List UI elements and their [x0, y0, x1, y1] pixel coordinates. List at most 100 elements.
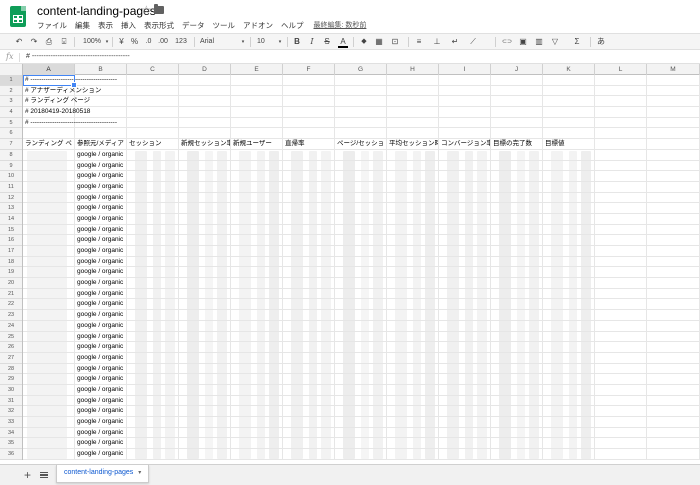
cell[interactable] — [543, 96, 595, 108]
horizontal-align-icon[interactable]: ≡ — [414, 36, 424, 48]
cell[interactable] — [283, 107, 335, 118]
cell[interactable] — [647, 406, 700, 417]
cell[interactable] — [595, 224, 647, 236]
folder-icon[interactable] — [154, 4, 164, 14]
cell[interactable] — [75, 85, 127, 97]
cell[interactable]: 参照元/メディア — [75, 139, 127, 150]
cell[interactable] — [595, 320, 647, 332]
cell[interactable] — [387, 85, 439, 97]
cell[interactable] — [647, 278, 700, 289]
row-header[interactable]: 14 — [0, 214, 22, 225]
cell[interactable] — [231, 96, 283, 108]
cell[interactable] — [595, 427, 647, 439]
cell[interactable] — [127, 107, 179, 118]
column-header[interactable]: I — [439, 64, 491, 75]
cell[interactable] — [283, 117, 335, 129]
row-header[interactable]: 18 — [0, 257, 22, 268]
cell[interactable] — [283, 75, 335, 86]
cell[interactable] — [387, 96, 439, 108]
cell[interactable] — [595, 417, 647, 428]
column-header[interactable]: D — [179, 64, 231, 75]
menu-edit[interactable]: 編集 — [71, 20, 94, 31]
column-header[interactable]: L — [595, 64, 647, 75]
cell[interactable] — [595, 288, 647, 300]
cell[interactable]: ランディング ペ — [23, 139, 75, 150]
filter-icon[interactable]: ▽ — [550, 36, 560, 48]
cell[interactable] — [335, 128, 387, 140]
last-edit-link[interactable]: 最終編集: 数秒前 — [308, 20, 367, 31]
cell[interactable] — [595, 299, 647, 311]
font-size-select[interactable]: 10 — [257, 36, 277, 48]
cell[interactable] — [335, 117, 387, 129]
cell[interactable] — [595, 278, 647, 289]
cell[interactable] — [647, 384, 700, 396]
cell[interactable] — [595, 406, 647, 417]
menu-insert[interactable]: 挿入 — [117, 20, 140, 31]
font-chevron-down-icon[interactable]: ▾ — [240, 36, 246, 48]
fill-color-icon[interactable]: ◆ — [359, 36, 369, 48]
cell[interactable] — [231, 128, 283, 140]
strikethrough-button[interactable]: S — [322, 36, 332, 48]
cell[interactable]: # --------------------------------------… — [23, 75, 117, 86]
cell[interactable]: google / organic — [75, 427, 127, 439]
cell[interactable]: google / organic — [75, 395, 127, 407]
column-header[interactable]: F — [283, 64, 335, 75]
column-header[interactable]: G — [335, 64, 387, 75]
cell[interactable]: 直帰率 — [283, 139, 335, 150]
cell[interactable] — [439, 75, 491, 86]
row-header[interactable]: 13 — [0, 203, 22, 214]
cell[interactable] — [647, 299, 700, 311]
cell[interactable] — [647, 331, 700, 343]
row-header[interactable]: 22 — [0, 299, 22, 311]
cell[interactable] — [439, 128, 491, 140]
increase-decimal-button[interactable]: .00 — [156, 36, 170, 48]
cell[interactable]: google / organic — [75, 438, 127, 450]
row-header[interactable]: 25 — [0, 332, 22, 343]
row-header[interactable]: 5 — [0, 118, 22, 129]
cell[interactable] — [647, 192, 700, 204]
cell[interactable] — [647, 352, 700, 364]
cell[interactable] — [231, 85, 283, 97]
cell[interactable]: google / organic — [75, 310, 127, 321]
cell[interactable]: # 20180419-20180518 — [23, 107, 90, 118]
cell[interactable] — [595, 160, 647, 172]
cell[interactable] — [595, 246, 647, 257]
cell[interactable] — [543, 107, 595, 118]
cell[interactable] — [647, 320, 700, 332]
cell[interactable] — [595, 267, 647, 279]
cell[interactable] — [595, 331, 647, 343]
cell[interactable] — [179, 128, 231, 140]
cell[interactable] — [647, 96, 700, 108]
currency-button[interactable]: ¥ — [117, 36, 126, 48]
menu-view[interactable]: 表示 — [94, 20, 117, 31]
cell[interactable]: google / organic — [75, 331, 127, 343]
cell[interactable] — [595, 235, 647, 246]
cell[interactable] — [647, 171, 700, 182]
cell[interactable] — [595, 342, 647, 353]
cell[interactable] — [647, 256, 700, 268]
cell[interactable] — [595, 192, 647, 204]
row-header[interactable]: 4 — [0, 107, 22, 118]
column-header[interactable]: A — [23, 64, 75, 75]
cell[interactable] — [283, 128, 335, 140]
row-header[interactable]: 3 — [0, 96, 22, 108]
cell[interactable] — [387, 117, 439, 129]
cell[interactable] — [647, 310, 700, 321]
cell[interactable] — [647, 213, 700, 225]
cell[interactable]: google / organic — [75, 352, 127, 364]
cell[interactable] — [387, 107, 439, 118]
cell[interactable] — [335, 85, 387, 97]
cell[interactable]: google / organic — [75, 406, 127, 417]
cell[interactable] — [595, 107, 647, 118]
cell[interactable] — [595, 85, 647, 97]
cell[interactable] — [231, 107, 283, 118]
cell[interactable] — [647, 363, 700, 375]
cell[interactable] — [595, 117, 647, 129]
cell[interactable] — [647, 246, 700, 257]
row-header[interactable]: 6 — [0, 128, 22, 140]
cell[interactable]: コンバージョン率 — [439, 139, 491, 150]
column-header[interactable]: J — [491, 64, 543, 75]
cell[interactable]: google / organic — [75, 417, 127, 428]
cell[interactable] — [543, 128, 595, 140]
text-color-button[interactable]: A — [338, 36, 348, 48]
